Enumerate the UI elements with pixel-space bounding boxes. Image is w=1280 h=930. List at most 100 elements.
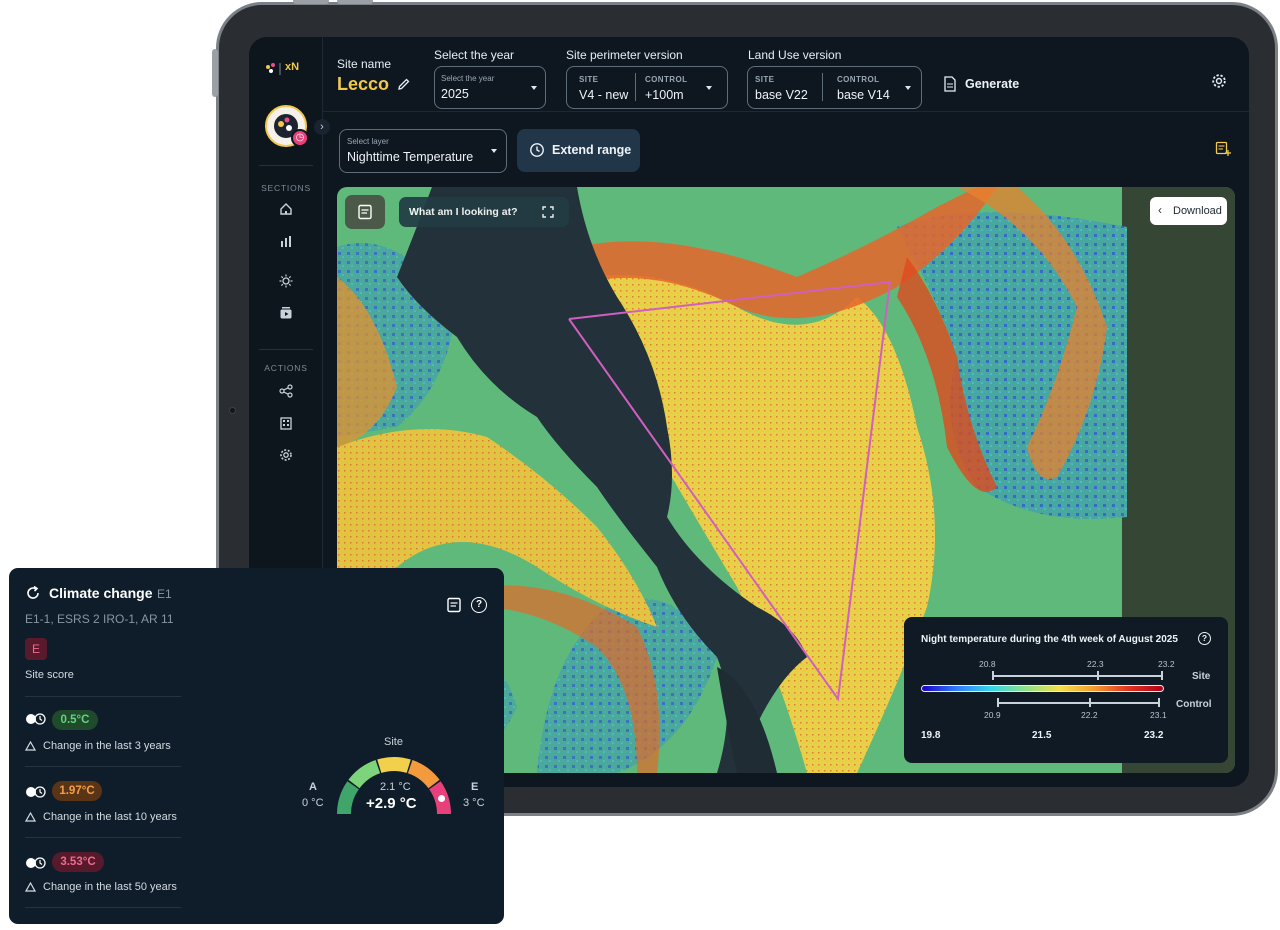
legend-help-icon[interactable]: ? [1198, 632, 1211, 645]
layer-select[interactable]: Select layer Nighttime Temperature [339, 129, 507, 173]
control-tick-label: 23.1 [1150, 710, 1167, 720]
perimeter-select[interactable]: SITE V4 - new CONTROL +100m [566, 66, 728, 109]
settings-gear-icon[interactable] [1211, 73, 1227, 94]
help-bar[interactable]: What am I looking at? [399, 197, 569, 227]
change-3y-pill: 0.5°C [52, 710, 98, 730]
landuse-label: Land Use version [748, 48, 842, 62]
site-range-line [992, 675, 1162, 677]
delta-icon [25, 812, 36, 822]
year-small-label: Select the year [441, 74, 495, 83]
control-range-tick [997, 698, 999, 707]
site-name-label: Site name [337, 57, 392, 71]
delta-icon [25, 741, 36, 751]
download-button[interactable]: ‹ Download [1150, 197, 1227, 225]
notes-icon[interactable] [446, 597, 462, 613]
fullscreen-icon[interactable] [542, 206, 554, 218]
chevron-down-icon [905, 86, 911, 90]
layer-small-label: Select layer [347, 137, 389, 146]
expand-sidebar-button[interactable]: › [314, 119, 330, 135]
notes-icon [358, 204, 372, 220]
map-notes-button[interactable] [345, 195, 385, 229]
row-divider [25, 766, 181, 767]
landuse-select[interactable]: SITE base V22 CONTROL base V14 [747, 66, 922, 109]
scale-mid-value: 21.5 [1032, 730, 1052, 741]
extend-range-label: Extend range [552, 143, 632, 157]
media-icon[interactable] [276, 305, 296, 325]
perimeter-site-value: V4 - new [579, 88, 629, 102]
gauge-marker [438, 795, 446, 803]
notes-add-icon[interactable] [1215, 141, 1231, 162]
edit-pencil-icon[interactable] [397, 77, 411, 96]
extend-range-button[interactable]: Extend range [517, 129, 640, 172]
site-tick-label: 22.3 [1087, 659, 1104, 669]
refresh-icon [27, 585, 39, 599]
document-icon [944, 76, 956, 92]
sidebar-divider [259, 165, 313, 166]
help-icon[interactable]: ? [471, 597, 487, 613]
help-label: What am I looking at? [409, 206, 518, 218]
perimeter-site-small: SITE [579, 75, 599, 84]
home-icon[interactable] [276, 201, 296, 221]
toggle-clock-icon[interactable] [25, 712, 47, 730]
change-3y-label: Change in the last 3 years [43, 740, 171, 752]
gauge-baseline: 2.1 °C [380, 781, 411, 793]
gauge-segment [377, 757, 411, 773]
change-10y-label: Change in the last 10 years [43, 811, 177, 823]
app-logo[interactable]: xN [265, 61, 309, 82]
control-range-line [997, 702, 1159, 704]
sections-heading: SECTIONS [261, 183, 311, 193]
control-row-label: Control [1176, 699, 1212, 710]
site-range-tick [1097, 671, 1099, 680]
share-icon[interactable] [276, 383, 296, 403]
gauge-left-value: 0 °C [302, 797, 324, 809]
select-divider [635, 73, 636, 101]
temperature-legend: Night temperature during the 4th week of… [904, 617, 1228, 763]
tablet-side-button [212, 49, 218, 97]
chevron-down-icon [706, 86, 712, 90]
gauge-segment [337, 781, 360, 815]
header-divider [323, 111, 1249, 112]
delta-icon [25, 882, 36, 892]
site-avatar[interactable]: ◷ [265, 105, 309, 147]
gauge-segment [407, 760, 440, 789]
score-label: Site score [25, 669, 74, 681]
scale-max-value: 23.2 [1144, 730, 1164, 741]
sun-icon[interactable] [276, 273, 296, 293]
gauge-delta: +2.9 °C [366, 795, 417, 812]
card-title: Climate change [49, 585, 153, 601]
chevron-left-icon: ‹ [1158, 203, 1162, 217]
bar-chart-icon[interactable] [276, 233, 296, 253]
change-10y-pill: 1.97°C [52, 781, 102, 801]
layer-value: Nighttime Temperature [347, 150, 474, 164]
clock-badge-icon: ◷ [291, 129, 309, 147]
card-title-code: E1 [157, 587, 172, 601]
tablet-button [293, 0, 329, 4]
change-50y-pill: 3.53°C [52, 852, 104, 872]
year-select[interactable]: Select the year 2025 [434, 66, 546, 109]
site-tick-label: 20.8 [979, 659, 996, 669]
chevron-down-icon [531, 86, 537, 90]
perimeter-control-value: +100m [645, 88, 684, 102]
clock-icon [530, 143, 544, 157]
row-divider [25, 696, 181, 697]
toggle-clock-icon[interactable] [25, 856, 47, 874]
gauge-segment [348, 760, 381, 789]
row-divider [25, 837, 181, 838]
toggle-clock-icon[interactable] [25, 785, 47, 803]
site-range-tick [992, 671, 994, 680]
landuse-site-small: SITE [755, 75, 775, 84]
camera-dot [229, 407, 236, 414]
site-name[interactable]: Lecco [337, 74, 389, 95]
gear-icon[interactable] [276, 447, 296, 467]
site-range-tick [1161, 671, 1163, 680]
gauge-right-letter: E [471, 781, 479, 793]
gauge-site-label: Site [384, 736, 403, 748]
change-50y-label: Change in the last 50 years [43, 881, 177, 893]
site-tick-label: 23.2 [1158, 659, 1175, 669]
select-divider [822, 73, 823, 101]
control-tick-label: 20.9 [984, 710, 1001, 720]
logo-text: xN [285, 61, 300, 73]
building-icon[interactable] [276, 415, 296, 435]
perimeter-control-small: CONTROL [645, 75, 688, 84]
score-badge: E [25, 638, 47, 660]
